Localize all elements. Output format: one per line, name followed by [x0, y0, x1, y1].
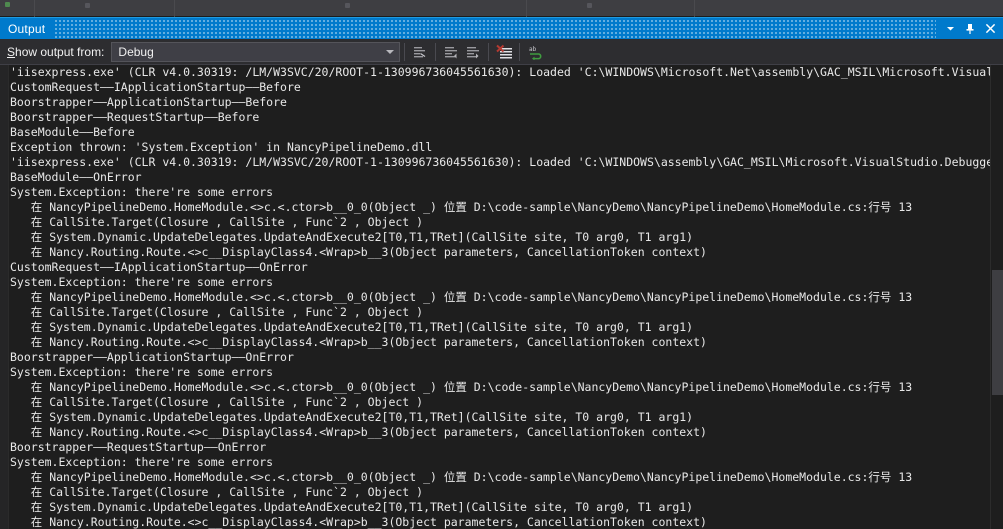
output-log-line: 在 CallSite.Target(Closure , CallSite , F… [10, 395, 424, 409]
output-log-line: System.Exception: there're some errors [10, 455, 274, 469]
show-output-from-label-mnemonic: S [7, 44, 16, 59]
output-log-line: Exception thrown: 'System.Exception' in … [10, 140, 433, 154]
output-log-line: 'iisexpress.exe' (CLR v4.0.30319: /LM/W3… [10, 155, 990, 169]
save-all-icon[interactable] [5, 1, 10, 7]
output-gutter [0, 65, 9, 529]
output-window-titlebar: Output [0, 17, 1003, 40]
output-log-line: Boorstrapper——ApplicationStartup——Before [10, 95, 287, 109]
output-log-line: BaseModule——OnError [10, 170, 142, 184]
visual-studio-toolbar-strip [0, 0, 1003, 17]
output-log-line: 在 NancyPipelineDemo.HomeModule.<>c.<.cto… [10, 200, 913, 214]
svg-text:ab: ab [529, 46, 537, 53]
output-log-lines: 'iisexpress.exe' (CLR v4.0.30319: /LM/W3… [10, 65, 990, 529]
output-log-line: 在 NancyPipelineDemo.HomeModule.<>c.<.cto… [10, 290, 913, 304]
output-log-line: BaseModule——Before [10, 125, 135, 139]
output-log-line: System.Exception: there're some errors [10, 365, 274, 379]
go-to-next-message-icon[interactable] [462, 42, 484, 62]
toolbar-segment [0, 0, 35, 17]
output-log-line: System.Exception: there're some errors [10, 275, 274, 289]
output-log-line: 在 System.Dynamic.UpdateDelegates.UpdateA… [10, 320, 694, 334]
chevron-down-icon [386, 49, 395, 54]
show-output-from-select[interactable]: Debug [111, 41, 401, 62]
go-to-previous-message-icon[interactable] [440, 42, 462, 62]
output-log-line: 在 System.Dynamic.UpdateDelegates.UpdateA… [10, 500, 694, 514]
output-tab-label[interactable]: Output [0, 22, 45, 36]
output-log-line: 'iisexpress.exe' (CLR v4.0.30319: /LM/W3… [10, 65, 990, 79]
output-log-line: 在 NancyPipelineDemo.HomeModule.<>c.<.cto… [10, 380, 913, 394]
output-log-line: 在 CallSite.Target(Closure , CallSite , F… [10, 215, 424, 229]
output-log-line: 在 Nancy.Routing.Route.<>c__DisplayClass4… [10, 425, 707, 439]
show-output-from-value: Debug [118, 44, 154, 59]
output-log-line: 在 System.Dynamic.UpdateDelegates.UpdateA… [10, 230, 694, 244]
toolbar-segment [527, 0, 696, 17]
output-log-line: System.Exception: there're some errors [10, 185, 274, 199]
output-log-line: CustomRequest——IApplicationStartup——OnEr… [10, 260, 308, 274]
clear-all-icon[interactable] [493, 42, 515, 62]
output-log-line: 在 System.Dynamic.UpdateDelegates.UpdateA… [10, 410, 694, 424]
output-log-line: Boorstrapper——RequestStartup——Before [10, 110, 260, 124]
output-toolbar: Show output from: Debug ab [0, 39, 1003, 65]
titlebar-drag-handle[interactable] [55, 17, 936, 40]
toolbar-segment [695, 0, 1003, 17]
output-vertical-scrollbar[interactable] [990, 65, 1003, 529]
output-log-line: 在 Nancy.Routing.Route.<>c__DisplayClass4… [10, 515, 707, 529]
scrollbar-thumb[interactable] [992, 270, 1003, 395]
config-icon[interactable] [586, 2, 592, 8]
output-log-line: 在 Nancy.Routing.Route.<>c__DisplayClass4… [10, 245, 707, 259]
toolbar-divider [435, 42, 437, 61]
output-log-line: CustomRequest——IApplicationStartup——Befo… [10, 80, 301, 94]
toolbar-divider [404, 42, 406, 61]
toolbar-divider [488, 42, 490, 61]
show-output-from-label-rest: how output from: [15, 44, 105, 59]
toolbar-segment [35, 0, 176, 17]
show-output-from-label: Show output from: [7, 45, 104, 59]
toggle-word-wrap-icon[interactable]: ab [524, 42, 546, 62]
output-log-line: 在 NancyPipelineDemo.HomeModule.<>c.<.cto… [10, 470, 913, 484]
output-log-line: Boorstrapper——ApplicationStartup——OnErro… [10, 350, 294, 364]
close-icon[interactable] [980, 19, 1000, 39]
find-message-in-code-icon[interactable] [409, 42, 431, 62]
output-log-line: 在 CallSite.Target(Closure , CallSite , F… [10, 485, 424, 499]
output-log-line: Boorstrapper——RequestStartup——OnError [10, 440, 267, 454]
start-debug-icon[interactable] [345, 2, 351, 8]
chevron-down-icon[interactable] [940, 19, 960, 39]
pin-icon[interactable] [960, 19, 980, 39]
output-log-line: 在 CallSite.Target(Closure , CallSite , F… [10, 305, 424, 319]
toolbar-divider [519, 42, 521, 61]
output-log-line: 在 Nancy.Routing.Route.<>c__DisplayClass4… [10, 335, 707, 349]
undo-icon[interactable] [84, 2, 90, 8]
output-text-area[interactable]: 'iisexpress.exe' (CLR v4.0.30319: /LM/W3… [0, 65, 1003, 529]
toolbar-segment [175, 0, 527, 17]
